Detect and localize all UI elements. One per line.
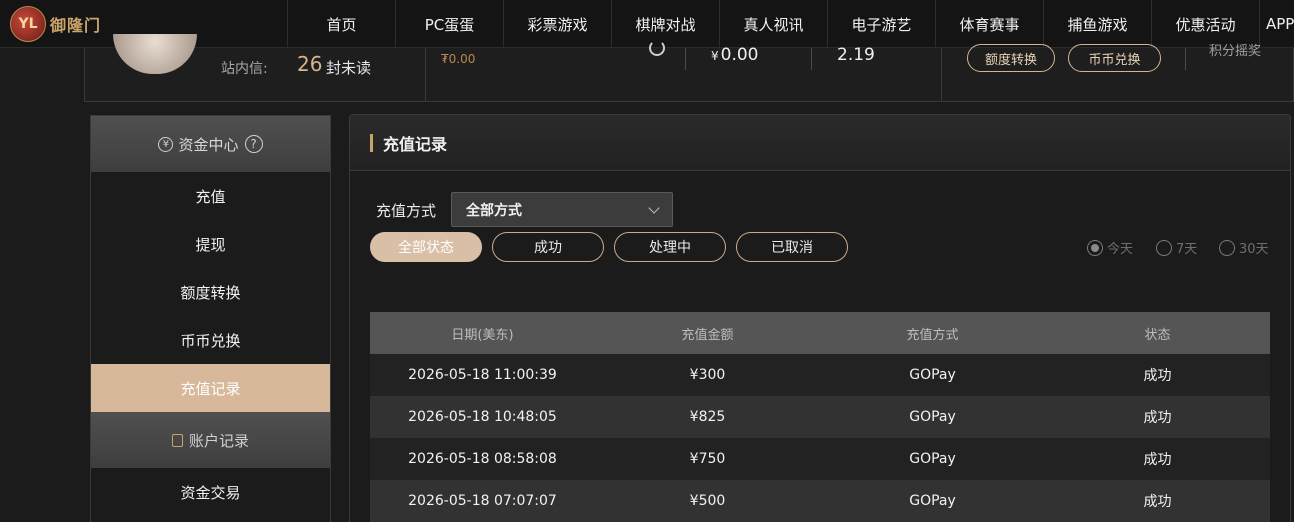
- deposit-records-table: 日期(美东) 充值金额 充值方式 状态 2026-05-18 11:00:39 …: [370, 312, 1270, 522]
- sidebar-item-withdraw[interactable]: 提现: [91, 220, 330, 268]
- divider: [811, 48, 812, 70]
- cell-date: 2026-05-18 08:58:08: [408, 451, 557, 467]
- cell-date: 2026-05-18 10:48:05: [408, 409, 557, 425]
- range-30days-radio[interactable]: 30天: [1219, 238, 1269, 257]
- radio-selected-icon: [1087, 239, 1103, 256]
- range-today-radio[interactable]: 今天: [1087, 238, 1133, 257]
- points-balance: 2.19: [837, 45, 875, 65]
- radio-icon: [1219, 239, 1235, 256]
- status-filter-processing[interactable]: 处理中: [614, 232, 726, 262]
- sidebar-item-coin-exchange[interactable]: 币币兑换: [91, 316, 330, 364]
- panel-header: 充值记录: [350, 115, 1290, 171]
- logo-emblem-icon: YL: [10, 6, 46, 42]
- money-balance: ¥0.00: [711, 45, 759, 65]
- main-panel: 充值记录 充值方式 全部方式 全部状态 成功 处理中 已取消 今天 7天 30天…: [349, 114, 1291, 522]
- table-row: 2026-05-18 11:00:39 ¥300 GOPay 成功: [370, 354, 1270, 396]
- status-filter-success[interactable]: 成功: [492, 232, 604, 262]
- cell-status: 成功: [1143, 494, 1172, 510]
- divider: [941, 48, 942, 102]
- range-label: 7天: [1176, 242, 1198, 257]
- cell-amount: ¥825: [689, 409, 726, 425]
- sidebar-header-account-records[interactable]: 账户记录: [91, 412, 330, 468]
- points-lottery-link[interactable]: 积分摇奖: [1209, 40, 1261, 59]
- document-icon: [171, 433, 183, 447]
- title-accent-bar: [370, 133, 373, 152]
- divider: [1185, 48, 1186, 70]
- sidebar-header-label: 资金中心: [178, 135, 239, 154]
- sidebar-item-deposit[interactable]: 充值: [91, 172, 330, 220]
- usdt-balance: ₮0.00: [441, 52, 476, 66]
- nav-home[interactable]: 首页: [287, 0, 395, 48]
- sidebar: ¥ 资金中心 ? 充值 提现 额度转换 币币兑换 充值记录 账户记录 资金交易: [90, 115, 331, 522]
- status-filter-cancelled[interactable]: 已取消: [736, 232, 848, 262]
- inbox-unread-label[interactable]: 封未读: [326, 57, 371, 78]
- table-header: 日期(美东) 充值金额 充值方式 状态: [370, 312, 1270, 354]
- page-title: 充值记录: [383, 134, 448, 154]
- table-row: 2026-05-18 10:48:05 ¥825 GOPay 成功: [370, 396, 1270, 438]
- nav-fishing[interactable]: 捕鱼游戏: [1043, 0, 1151, 48]
- quota-transfer-button[interactable]: 额度转换: [967, 44, 1055, 72]
- currency-symbol: ¥: [711, 49, 719, 63]
- nav-lottery[interactable]: 彩票游戏: [503, 0, 611, 48]
- nav-slots[interactable]: 电子游艺: [827, 0, 935, 48]
- nav-card-games[interactable]: 棋牌对战: [611, 0, 719, 48]
- brand-logo[interactable]: YL 御隆门: [10, 4, 110, 44]
- main-nav: 首页 PC蛋蛋 彩票游戏 棋牌对战 真人视讯 电子游艺 体育赛事 捕鱼游戏 优惠…: [287, 0, 1294, 48]
- range-label: 今天: [1107, 242, 1134, 257]
- cell-amount: ¥300: [689, 367, 726, 383]
- cell-status: 成功: [1143, 410, 1172, 426]
- range-7days-radio[interactable]: 7天: [1156, 238, 1197, 257]
- sidebar-item-deposit-records[interactable]: 充值记录: [91, 364, 330, 412]
- cell-date: 2026-05-18 11:00:39: [408, 367, 557, 383]
- column-header-status: 状态: [1144, 327, 1171, 343]
- status-filter-all[interactable]: 全部状态: [370, 232, 482, 262]
- cell-date: 2026-05-18 07:07:07: [408, 493, 557, 509]
- sidebar-header-fund-center: ¥ 资金中心 ?: [91, 116, 330, 172]
- sidebar-item-quota-transfer[interactable]: 额度转换: [91, 268, 330, 316]
- sidebar-item-fund-transactions[interactable]: 资金交易: [91, 468, 330, 516]
- yen-coin-icon: ¥: [158, 136, 174, 152]
- cell-status: 成功: [1143, 452, 1172, 468]
- logo-text: 御隆门: [50, 16, 102, 35]
- avatar[interactable]: [113, 34, 197, 74]
- deposit-method-select[interactable]: 全部方式: [451, 192, 673, 227]
- help-icon[interactable]: ?: [244, 135, 263, 153]
- nav-pc-egg[interactable]: PC蛋蛋: [395, 0, 503, 48]
- radio-icon: [1156, 239, 1172, 256]
- cell-status: 成功: [1143, 368, 1172, 384]
- table-row: 2026-05-18 08:58:08 ¥750 GOPay 成功: [370, 438, 1270, 480]
- inbox-count[interactable]: 26: [297, 52, 322, 76]
- inbox-label: 站内信:: [221, 61, 268, 77]
- column-header-method: 充值方式: [906, 327, 959, 343]
- chevron-down-icon: [648, 202, 660, 214]
- money-value: 0.00: [720, 45, 759, 65]
- nav-sports[interactable]: 体育赛事: [935, 0, 1043, 48]
- cell-amount: ¥500: [689, 493, 726, 509]
- column-header-amount: 充值金额: [681, 327, 734, 343]
- cell-method: GOPay: [909, 451, 956, 467]
- nav-app[interactable]: APP: [1259, 0, 1294, 48]
- range-label: 30天: [1239, 242, 1269, 257]
- table-row: 2026-05-18 07:07:07 ¥500 GOPay 成功: [370, 480, 1270, 522]
- cell-method: GOPay: [909, 409, 956, 425]
- deposit-method-label: 充值方式: [376, 202, 437, 220]
- cell-method: GOPay: [909, 367, 956, 383]
- user-info-bar: 站内信: 26 封未读 ₮0.00 ¥0.00 2.19 额度转换 币币兑换 积…: [84, 34, 1294, 102]
- divider: [685, 48, 686, 70]
- column-header-date: 日期(美东): [451, 327, 514, 343]
- cell-amount: ¥750: [689, 451, 726, 467]
- deposit-method-value: 全部方式: [466, 202, 522, 219]
- coin-exchange-button[interactable]: 币币兑换: [1068, 44, 1161, 72]
- divider: [425, 48, 426, 102]
- sidebar-header-label: 账户记录: [188, 431, 249, 450]
- cell-method: GOPay: [909, 493, 956, 509]
- refresh-icon[interactable]: [649, 40, 665, 56]
- nav-live-casino[interactable]: 真人视讯: [719, 0, 827, 48]
